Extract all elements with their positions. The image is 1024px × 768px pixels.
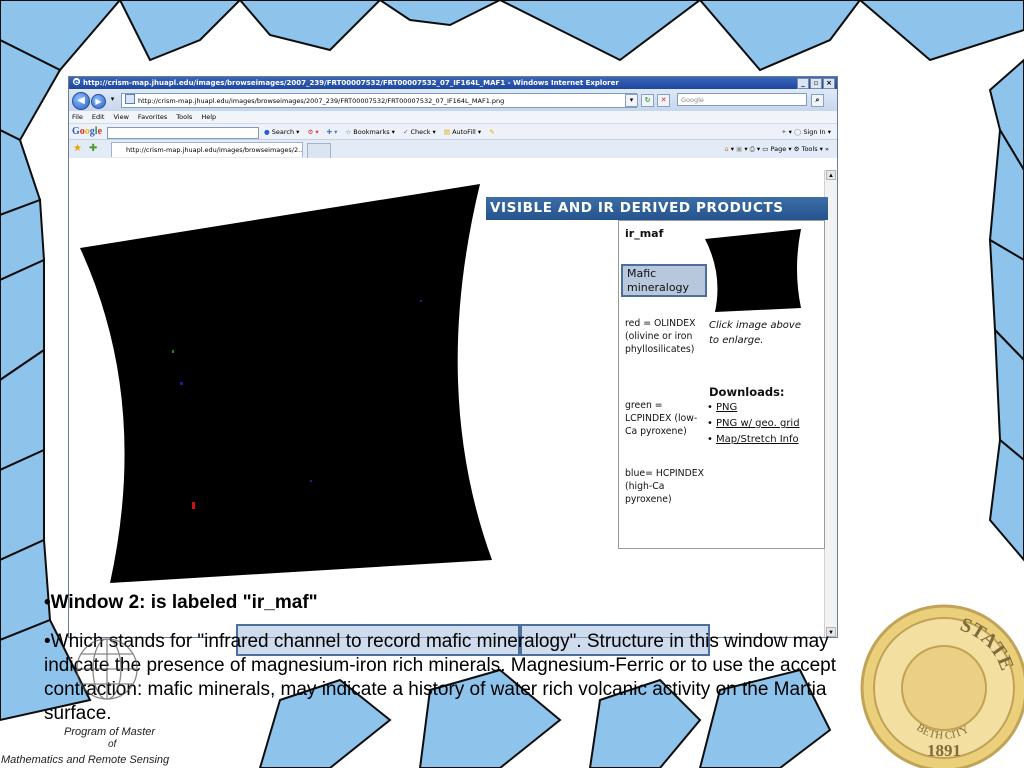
mafic-mineralogy-highlight: Mafic mineralogy (621, 264, 707, 297)
program-logo: Program of Master of Mathematics and Rem… (0, 638, 210, 768)
click-hint: Click image above to enlarge. (709, 320, 801, 346)
caption-heading: •Window 2: is labeled "ir_maf" (44, 592, 318, 613)
red-legend: red = OLINDEX (olivine or iron phyllosil… (625, 318, 696, 355)
thumbnail-image[interactable] (705, 224, 805, 314)
globe-icon (76, 638, 138, 700)
university-seal: STATE BETH CITY 1891 (860, 604, 1024, 768)
product-panel: ir_maf Mafic mineralogy red = OLINDEX (o… (618, 220, 825, 549)
bullet: • (707, 402, 713, 413)
seal-year: 1891 (927, 741, 961, 760)
caption-line-2: indicate the presence of magnesium-iron … (44, 655, 837, 676)
mafic-mineralogy-label: Mafic mineralogy (627, 267, 690, 294)
map-stretch-info-link[interactable]: Map/Stretch Info (716, 434, 799, 445)
caption-body: •Which stands for "infrared channel to r… (44, 630, 836, 726)
logo-line-3: Mathematics and Remote Sensing (1, 754, 170, 766)
product-title: ir_maf (625, 227, 664, 240)
downloads-title: Downloads: (709, 385, 785, 399)
bullet: • (707, 418, 713, 429)
panel-header: VISIBLE AND IR DERIVED PRODUCTS (486, 197, 828, 220)
green-legend: green = LCPINDEX (low-Ca pyroxene) (625, 400, 698, 437)
caption-line-1: •Which stands for "infrared channel to r… (44, 631, 829, 652)
download-png-link[interactable]: PNG (716, 402, 737, 413)
bullet: • (707, 434, 713, 445)
download-png-grid-link[interactable]: PNG w/ geo. grid (716, 418, 800, 429)
blue-legend: blue= HCPINDEX (high-Ca pyroxene) (625, 468, 705, 505)
caption-line-3: contraction: mafic minerals, may indicat… (44, 679, 827, 700)
logo-line-1: Program of Master (64, 726, 156, 738)
logo-line-2: of (108, 739, 117, 750)
